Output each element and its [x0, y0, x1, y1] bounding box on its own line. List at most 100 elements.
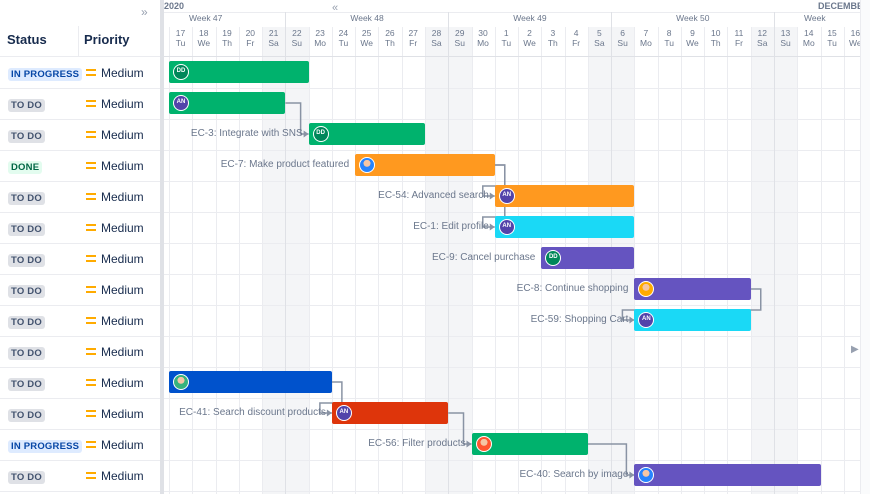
status-badge[interactable]: TO DO — [8, 254, 45, 267]
priority-cell[interactable]: Medium — [86, 469, 144, 483]
assignee-avatar — [173, 374, 189, 390]
priority-label: Medium — [101, 128, 144, 142]
priority-medium-icon — [86, 317, 96, 324]
priority-label: Medium — [101, 438, 144, 452]
status-badge[interactable]: TO DO — [8, 99, 45, 112]
task-bar[interactable] — [169, 371, 332, 393]
status-badge[interactable]: TO DO — [8, 378, 45, 391]
status-badge[interactable]: TO DO — [8, 471, 45, 484]
vertical-scrollbar[interactable] — [860, 0, 870, 494]
task-label[interactable]: EC-8: Continue shopping — [517, 283, 629, 294]
priority-cell[interactable]: Medium — [86, 438, 144, 452]
priority-cell[interactable]: Medium — [86, 345, 144, 359]
assignee-avatar: DD — [312, 126, 329, 142]
priority-cell[interactable]: Medium — [86, 128, 144, 142]
priority-label: Medium — [101, 407, 144, 421]
task-bar[interactable]: AN — [634, 309, 751, 331]
priority-label: Medium — [101, 376, 144, 390]
double-chevron-left-icon[interactable]: « — [332, 2, 338, 14]
assignee-avatar: AN — [173, 95, 189, 111]
task-bar[interactable] — [634, 278, 751, 300]
priority-label: Medium — [101, 314, 144, 328]
dependency-arrowhead — [466, 440, 472, 448]
priority-cell[interactable]: Medium — [86, 252, 144, 266]
priority-cell[interactable]: Medium — [86, 314, 144, 328]
task-bar[interactable] — [471, 433, 588, 455]
priority-label: Medium — [101, 221, 144, 235]
row-divider — [0, 367, 160, 368]
task-bar[interactable]: DD — [308, 123, 425, 145]
priority-cell[interactable]: Medium — [86, 407, 144, 421]
status-badge[interactable]: TO DO — [8, 130, 45, 143]
status-badge[interactable]: TO DO — [8, 192, 45, 205]
assignee-avatar: AN — [335, 405, 352, 421]
assignee-avatar — [638, 281, 655, 297]
priority-cell[interactable]: Medium — [86, 221, 144, 235]
triangle-right-icon[interactable]: ▶ — [851, 344, 859, 355]
gantt-chart: 2020 DECEMBE Week 47 Week 48 Week 49 Week 50 W… — [164, 0, 860, 494]
task-label[interactable]: EC-56: Filter products — [368, 438, 465, 449]
task-bar[interactable]: DD — [541, 247, 635, 269]
priority-cell[interactable]: Medium — [86, 190, 144, 204]
task-label[interactable]: EC-41: Search discount products — [179, 407, 326, 418]
dependency-arrowhead — [303, 130, 309, 138]
assignee-avatar — [638, 467, 655, 483]
row-divider — [0, 243, 160, 244]
task-label[interactable]: EC-3: Integrate with SNS — [191, 128, 303, 139]
row-divider — [0, 398, 160, 399]
priority-label: Medium — [101, 97, 144, 111]
priority-cell[interactable]: Medium — [86, 376, 144, 390]
task-label[interactable]: EC-7: Make product featured — [221, 159, 349, 170]
task-bar[interactable]: AN — [169, 92, 286, 114]
row-divider — [0, 336, 160, 337]
row-divider — [0, 305, 160, 306]
status-badge[interactable]: DONE — [8, 161, 43, 174]
assignee-avatar: AN — [638, 312, 655, 328]
task-label[interactable]: EC-9: Cancel purchase — [432, 252, 535, 263]
status-badge[interactable]: IN PROGRESS — [8, 440, 83, 453]
priority-cell[interactable]: Medium — [86, 97, 144, 111]
task-bar[interactable]: AN — [494, 216, 635, 238]
task-bar[interactable]: AN — [494, 185, 635, 207]
priority-label: Medium — [101, 283, 144, 297]
status-badge[interactable]: TO DO — [8, 285, 45, 298]
assignee-avatar: AN — [498, 188, 515, 204]
priority-label: Medium — [101, 190, 144, 204]
priority-cell[interactable]: Medium — [86, 159, 144, 173]
task-bar[interactable]: AN — [331, 402, 449, 424]
priority-label: Medium — [101, 252, 144, 266]
priority-medium-icon — [86, 441, 96, 448]
row-divider — [0, 429, 160, 430]
status-badge[interactable]: TO DO — [8, 223, 45, 236]
priority-label: Medium — [101, 345, 144, 359]
status-badge[interactable]: TO DO — [8, 347, 45, 360]
task-bar[interactable]: DD — [169, 61, 309, 83]
task-label[interactable]: EC-59: Shopping Cart — [531, 314, 629, 325]
row-divider — [0, 119, 160, 120]
priority-medium-icon — [86, 69, 96, 76]
assignee-avatar: AN — [498, 219, 515, 235]
row-divider — [0, 274, 160, 275]
task-label[interactable]: EC-54: Advanced search — [378, 190, 489, 201]
priority-medium-icon — [86, 348, 96, 355]
row-divider — [0, 491, 160, 492]
priority-medium-icon — [86, 472, 96, 479]
priority-cell[interactable]: Medium — [86, 66, 144, 80]
status-column-header[interactable]: Status — [7, 32, 47, 47]
row-divider — [0, 212, 160, 213]
double-chevron-right-icon[interactable]: » — [141, 5, 148, 19]
priority-column-header[interactable]: Priority — [84, 32, 130, 47]
task-bar[interactable] — [634, 464, 821, 486]
task-bar[interactable] — [355, 154, 495, 176]
task-label[interactable]: EC-1: Edit profile — [413, 221, 489, 232]
status-badge[interactable]: IN PROGRESS — [8, 68, 83, 81]
task-label[interactable]: EC-40: Search by image — [519, 469, 628, 480]
priority-cell[interactable]: Medium — [86, 283, 144, 297]
status-badge[interactable]: TO DO — [8, 409, 45, 422]
status-badge[interactable]: TO DO — [8, 316, 45, 329]
priority-medium-icon — [86, 100, 96, 107]
priority-medium-icon — [86, 255, 96, 262]
column-divider — [78, 26, 79, 56]
assignee-avatar: DD — [173, 64, 189, 80]
issue-list-panel: Status Priority » IN PROGRESS Medium TO DO… — [0, 0, 160, 494]
